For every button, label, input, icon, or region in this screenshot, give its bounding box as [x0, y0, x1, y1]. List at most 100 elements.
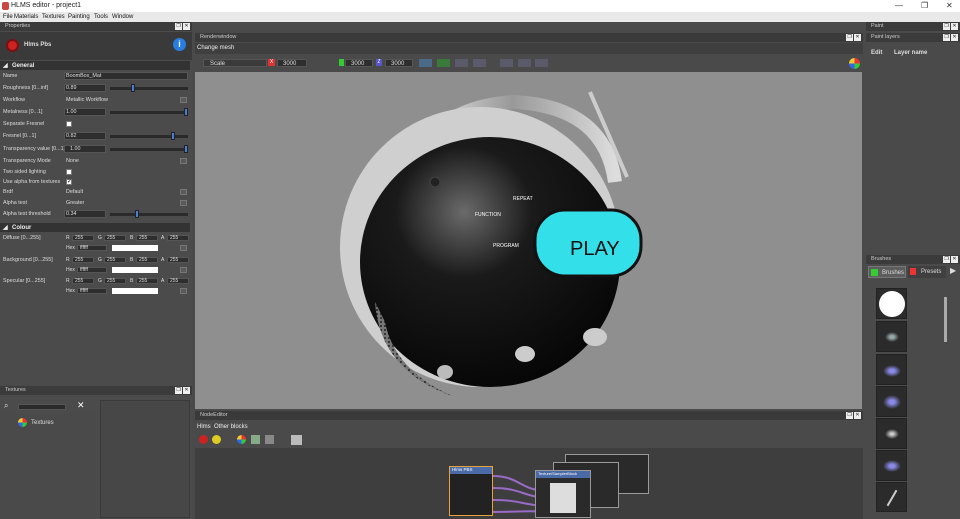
transparency-mode-select[interactable]: None — [66, 158, 79, 164]
brushes-scrollbar[interactable] — [944, 297, 947, 342]
tab-presets[interactable]: Presets — [908, 266, 946, 278]
alpha-test-select[interactable]: Greater — [66, 200, 84, 206]
menu-materials[interactable]: Materials — [14, 14, 38, 20]
diffuse-picker-icon[interactable] — [180, 245, 187, 251]
prop-row-brdf: Brdf Default — [0, 187, 190, 197]
close-icon[interactable]: ✕ — [951, 256, 958, 263]
close-icon[interactable]: ✕ — [854, 34, 861, 41]
alpha-threshold-knob[interactable] — [135, 210, 139, 218]
close-icon[interactable]: ✕ — [946, 1, 953, 10]
colour-section-header[interactable]: ◢ Colour — [0, 223, 190, 232]
float-icon[interactable]: ❐ — [846, 34, 853, 41]
metalness-knob[interactable] — [184, 108, 188, 116]
roughness-knob[interactable] — [131, 84, 135, 92]
tab-scroll-right-icon[interactable]: ▶ — [950, 266, 956, 275]
prop-row-roughness: Roughness [0...inf] 0.89 — [0, 83, 190, 93]
menu-file[interactable]: File — [3, 14, 13, 20]
search-icon[interactable]: ⌕ — [4, 401, 8, 411]
change-mesh-bar: Change mesh — [195, 43, 863, 54]
close-icon[interactable]: ✕ — [951, 34, 958, 41]
brush-splatter-4[interactable] — [876, 418, 907, 449]
diffuse-swatch[interactable] — [112, 245, 158, 251]
float-icon[interactable]: ❐ — [943, 34, 950, 41]
two-sided-checkbox[interactable] — [66, 169, 72, 175]
prop-row-transparency: Transparency value [0...1] 1.00 — [0, 144, 190, 154]
workflow-select[interactable]: Metallic Workflow — [66, 97, 108, 103]
background-picker-icon[interactable] — [180, 267, 187, 273]
z-scale-field[interactable]: 3000 — [385, 59, 413, 67]
y-scale-field[interactable]: 3000 — [345, 59, 373, 67]
settings-node-icon[interactable] — [291, 435, 302, 445]
float-icon[interactable]: ❐ — [943, 256, 950, 263]
float-icon[interactable]: ❐ — [175, 387, 182, 394]
tab-hlms[interactable]: Hlms — [197, 424, 211, 430]
hlms-pbs-node-icon[interactable] — [199, 435, 208, 444]
heart-icon[interactable] — [437, 59, 450, 67]
texture-search-input[interactable] — [18, 404, 66, 410]
texture-globe-icon[interactable] — [849, 58, 860, 69]
node-canvas[interactable]: Hlms PBS Texture/SamplerBlock — [195, 448, 863, 519]
clear-search-icon[interactable]: ✕ — [77, 400, 85, 411]
alpha-test-dropdown-icon[interactable] — [180, 200, 187, 206]
workflow-dropdown-icon[interactable] — [180, 97, 187, 103]
undo-icon[interactable] — [518, 59, 531, 67]
move-icon[interactable] — [500, 59, 513, 67]
brush-splatter-1[interactable] — [876, 321, 907, 352]
sampler-node[interactable]: Texture/SamplerBlock — [535, 470, 591, 518]
menu-painting[interactable]: Painting — [68, 14, 90, 20]
sampler-node-icon[interactable] — [251, 435, 260, 444]
brush-stroke[interactable] — [876, 482, 907, 512]
boombox-render: PLAY FUNCTION REPEAT PROGRAM — [340, 91, 643, 397]
roughness-slider[interactable] — [110, 84, 188, 92]
brdf-select[interactable]: Default — [66, 189, 83, 195]
brdf-dropdown-icon[interactable] — [180, 189, 187, 195]
fresnel-slider[interactable] — [110, 132, 188, 140]
menu-tools[interactable]: Tools — [94, 14, 108, 20]
maximize-icon[interactable]: ❐ — [921, 1, 928, 10]
brush-round[interactable] — [876, 288, 907, 319]
presets-tab-icon — [910, 268, 916, 275]
menu-textures[interactable]: Textures — [42, 14, 65, 20]
world-icon[interactable] — [419, 59, 432, 67]
specular-swatch[interactable] — [112, 288, 158, 294]
general-section-header[interactable]: ◢ General — [0, 61, 190, 70]
use-alpha-checkbox[interactable]: ✓ — [66, 179, 72, 185]
transparency-knob[interactable] — [184, 145, 188, 153]
change-mesh-button[interactable]: Change mesh — [197, 45, 234, 51]
brush-splatter-2[interactable] — [876, 354, 907, 385]
fresnel-knob[interactable] — [171, 132, 175, 140]
tab-other-blocks[interactable]: Other blocks — [214, 424, 248, 430]
brush-splatter-5[interactable] — [876, 450, 907, 481]
transform-mode-select[interactable]: Scale — [203, 59, 267, 67]
float-icon[interactable]: ❐ — [846, 412, 853, 419]
tab-brushes[interactable]: Brushes — [868, 266, 906, 278]
menu-window[interactable]: Window — [112, 14, 133, 20]
render-viewport[interactable]: PLAY FUNCTION REPEAT PROGRAM — [195, 72, 862, 409]
minimize-icon[interactable]: — — [895, 1, 903, 10]
textures-tree-item[interactable]: Textures — [31, 420, 54, 426]
alpha-threshold-slider[interactable] — [110, 210, 188, 218]
x-scale-field[interactable]: 3000 — [277, 59, 307, 67]
redo-icon[interactable] — [535, 59, 548, 67]
paint-icon[interactable] — [473, 59, 486, 67]
background-swatch[interactable] — [112, 267, 158, 273]
close-icon[interactable]: ✕ — [183, 387, 190, 394]
specular-picker-icon[interactable] — [180, 288, 187, 294]
transparency-mode-dropdown-icon[interactable] — [180, 158, 187, 164]
select-cursor-icon[interactable] — [455, 59, 468, 67]
hlms-pbs-node[interactable]: Hlms PBS — [449, 466, 493, 516]
transparency-slider[interactable] — [110, 145, 188, 153]
hlms-unlit-node-icon[interactable] — [212, 435, 221, 444]
info-icon[interactable]: i — [173, 38, 186, 51]
separate-fresnel-checkbox[interactable] — [66, 121, 72, 127]
brush-splatter-3[interactable] — [876, 386, 907, 417]
float-icon[interactable]: ❐ — [943, 23, 950, 30]
metalness-slider[interactable] — [110, 108, 188, 116]
node-editor-panel: Hlms Other blocks Hlms PBS Texture/Sampl… — [195, 421, 863, 519]
tools-node-icon[interactable] — [265, 435, 274, 444]
close-icon[interactable]: ✕ — [183, 23, 190, 30]
close-icon[interactable]: ✕ — [854, 412, 861, 419]
float-icon[interactable]: ❐ — [175, 23, 182, 30]
close-icon[interactable]: ✕ — [951, 23, 958, 30]
texture-node-icon[interactable] — [237, 435, 246, 444]
